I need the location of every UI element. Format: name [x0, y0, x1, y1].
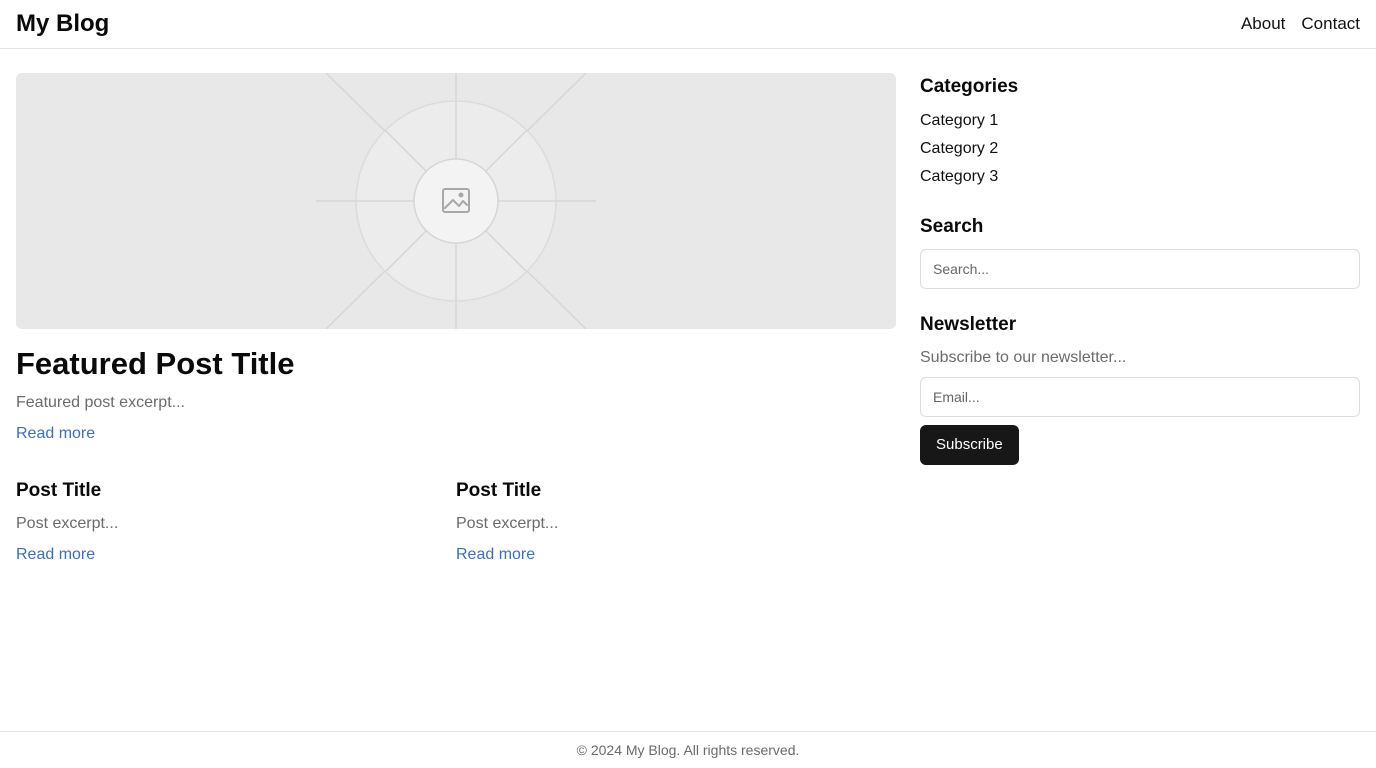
sidebar: Categories Category 1 Category 2 Categor…	[920, 73, 1360, 487]
search-input[interactable]	[920, 249, 1360, 289]
post-excerpt: Post excerpt...	[456, 515, 559, 532]
site-title-link[interactable]: My Blog	[16, 9, 109, 39]
main-content: Featured Post Title Featured post excerp…	[16, 73, 896, 563]
nav-link-about[interactable]: About	[1241, 14, 1285, 34]
post-title[interactable]: Post Title	[16, 479, 456, 503]
subscribe-button[interactable]: Subscribe	[920, 425, 1019, 465]
categories-section: Categories Category 1 Category 2 Categor…	[920, 73, 1360, 191]
newsletter-section: Newsletter Subscribe to our newsletter..…	[920, 311, 1360, 465]
site-footer: © 2024 My Blog. All rights reserved.	[0, 731, 1376, 768]
post-read-more-link[interactable]: Read more	[456, 545, 535, 565]
post-read-more-link[interactable]: Read more	[16, 545, 95, 565]
category-link-1[interactable]: Category 1	[920, 112, 998, 129]
featured-post-title[interactable]: Featured Post Title	[16, 346, 896, 382]
category-item: Category 1	[920, 107, 1360, 135]
featured-image[interactable]	[16, 73, 896, 329]
post-title[interactable]: Post Title	[456, 479, 896, 503]
category-list: Category 1 Category 2 Category 3	[920, 107, 1360, 191]
main-nav: About Contact	[1241, 14, 1360, 34]
category-item: Category 3	[920, 163, 1360, 191]
site-header: My Blog About Contact	[0, 0, 1376, 49]
featured-post-excerpt: Featured post excerpt...	[16, 394, 185, 411]
nav-link-contact[interactable]: Contact	[1301, 14, 1360, 34]
search-heading: Search	[920, 216, 984, 237]
copyright-text: © 2024 My Blog. All rights reserved.	[576, 742, 800, 758]
categories-heading: Categories	[920, 76, 1019, 97]
post-excerpt: Post excerpt...	[16, 515, 119, 532]
blog-page: My Blog About Contact Featured Post Titl…	[0, 0, 1376, 768]
category-item: Category 2	[920, 135, 1360, 163]
featured-read-more-link[interactable]: Read more	[16, 424, 95, 444]
newsletter-heading: Newsletter	[920, 314, 1017, 335]
category-link-3[interactable]: Category 3	[920, 168, 998, 185]
post-card: Post Title Post excerpt... Read more	[456, 479, 896, 565]
category-link-2[interactable]: Category 2	[920, 140, 998, 157]
newsletter-description: Subscribe to our newsletter...	[920, 349, 1127, 366]
post-grid: Post Title Post excerpt... Read more Pos…	[16, 479, 896, 565]
post-card: Post Title Post excerpt... Read more	[16, 479, 456, 565]
email-field[interactable]	[920, 377, 1360, 417]
image-placeholder-icon	[316, 73, 596, 329]
search-section: Search	[920, 213, 1360, 289]
